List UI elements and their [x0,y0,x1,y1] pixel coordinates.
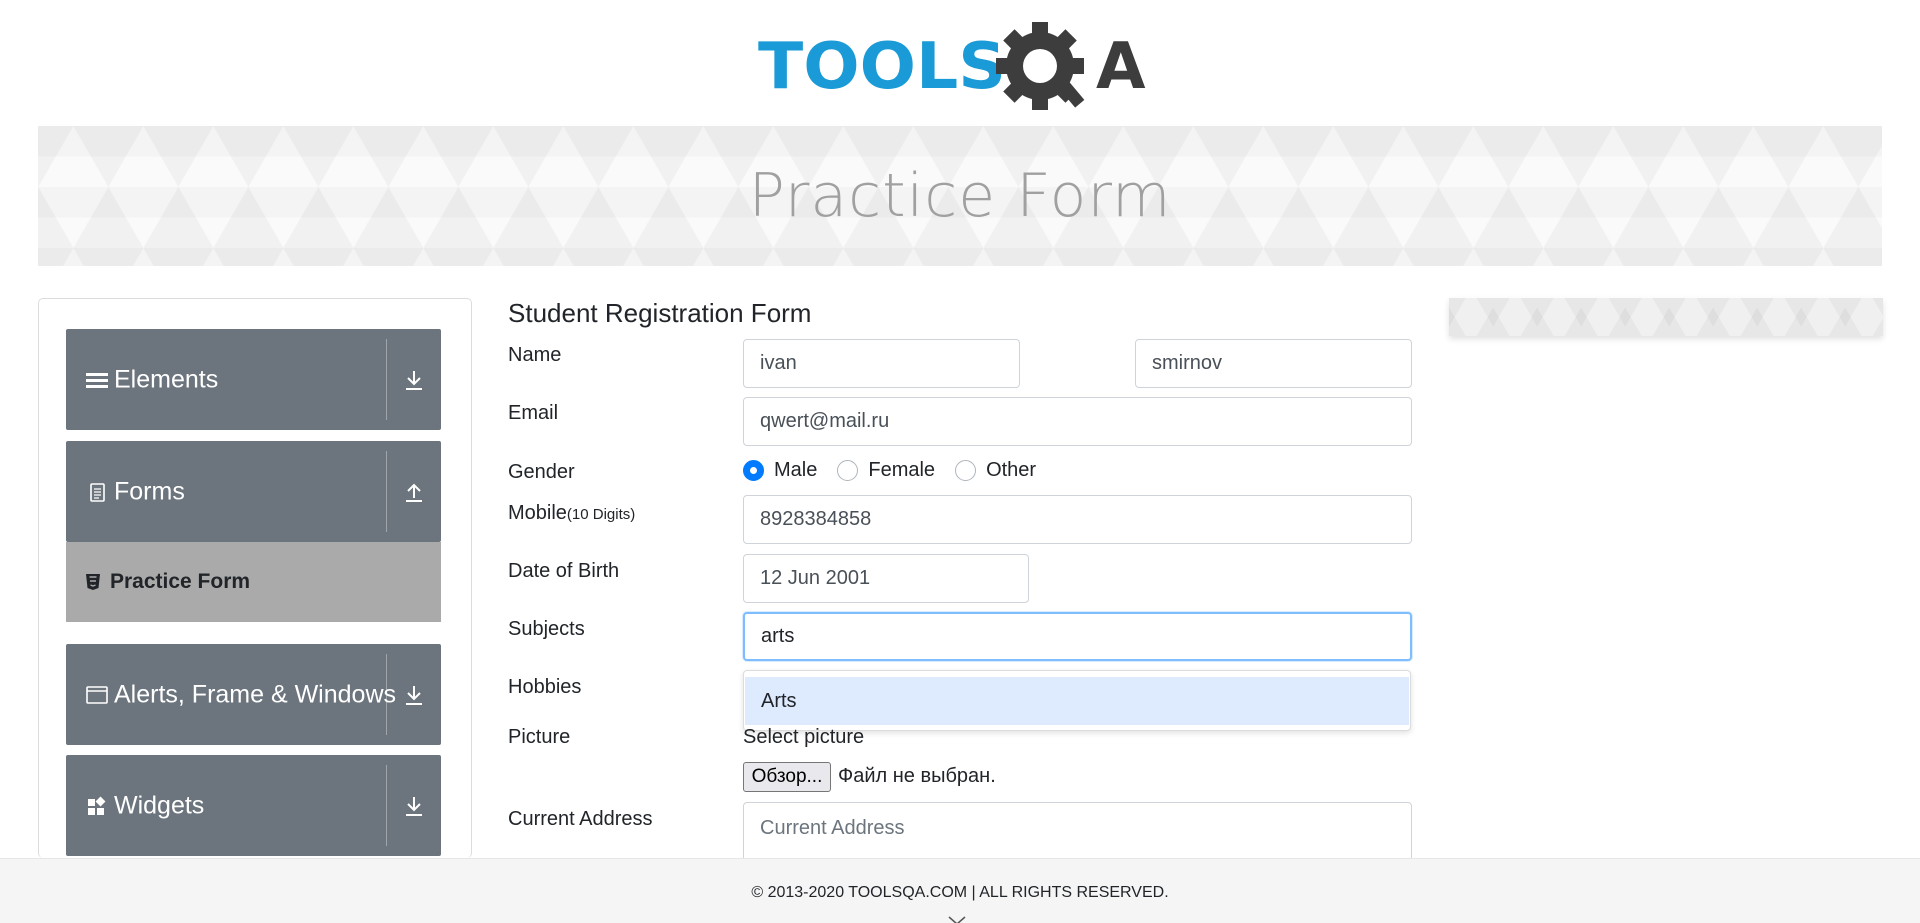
window-icon [86,685,108,704]
radio-indicator[interactable] [837,460,859,481]
browse-file-button[interactable]: Обзор... [743,762,831,792]
radio-indicator[interactable] [955,460,977,481]
name-label: Name [508,344,562,366]
sidebar-group-widgets[interactable]: Widgets [66,755,441,856]
page-title: Practice Form [748,161,1172,231]
page-banner: Practice Form [38,126,1882,266]
sidebar-group-label: Alerts, Frame & Windows [114,680,397,708]
gender-radio-group: Male Female Other [743,459,1056,482]
mobile-label-text: Mobile [508,502,567,524]
sidebar-group-alerts[interactable]: Alerts, Frame & Windows [66,644,441,745]
left-panel: Elements Forms Practice Form Alerts, Fra… [38,298,472,858]
gear-icon [996,22,1085,110]
divider [386,765,387,846]
subjects-input[interactable] [743,612,1412,661]
date-of-birth-input[interactable] [743,554,1029,603]
chevron-down-icon[interactable] [948,916,966,923]
sidebar-group-label: Forms [114,477,185,505]
form-title: Student Registration Form [508,298,812,328]
upload-arrow-icon[interactable] [402,480,426,504]
last-name-input[interactable] [1135,339,1412,388]
ad-banner[interactable] [1449,298,1883,336]
widgets-icon [88,796,106,815]
mobile-hint: (10 Digits) [566,506,636,523]
email-label: Email [508,402,559,424]
hamburger-icon [86,372,108,388]
sidebar-group-label: Widgets [114,791,205,819]
sidebar-group-label: Elements [114,365,219,393]
dob-label: Date of Birth [508,560,620,582]
footer-copyright: © 2013-2020 TOOLSQA.COM | ALL RIGHTS RES… [751,884,1169,901]
toolsqa-logo[interactable]: TOOLS A [756,18,1166,116]
divider [386,451,387,532]
email-input[interactable] [743,397,1412,446]
sidebar-item-label: Practice Form [110,570,251,593]
gender-label: Gender [508,461,575,483]
download-arrow-icon[interactable] [402,794,426,818]
radio-label: Male [774,459,818,481]
divider [386,339,387,420]
document-icon [90,482,105,502]
sidebar-group-elements[interactable]: Elements [66,329,441,430]
radio-label: Female [868,459,936,481]
download-arrow-icon[interactable] [402,683,426,707]
current-address-label: Current Address [508,808,653,830]
logo-text-tools: TOOLS [758,30,1006,104]
gender-male-radio[interactable]: Male [743,459,817,482]
sidebar-group-forms[interactable]: Forms [66,441,441,542]
divider [386,654,387,735]
picture-label: Picture [508,726,571,748]
gender-other-radio[interactable]: Other [955,459,1036,482]
gender-female-radio[interactable]: Female [837,459,935,482]
sidebar-item-practice-form[interactable]: Practice Form [66,542,441,622]
mobile-label: Mobile(10 Digits) [508,502,635,525]
logo-text-a: A [1096,30,1146,104]
footer: © 2013-2020 TOOLSQA.COM | ALL RIGHTS RES… [0,858,1920,923]
radio-label: Other [986,459,1037,481]
radio-checked-indicator[interactable] [743,460,764,481]
subjects-autocomplete-menu: Arts [743,670,1411,731]
download-arrow-icon[interactable] [402,368,426,392]
mobile-input[interactable] [743,495,1412,544]
first-name-input[interactable] [743,339,1020,388]
subjects-label: Subjects [508,618,585,640]
file-status-text: Файл не выбран. [838,765,996,787]
hobbies-label: Hobbies [508,676,582,698]
select-picture-label: Select picture [743,726,865,748]
subjects-suggestion-option[interactable]: Arts [745,677,1409,725]
html5-icon [86,574,100,590]
